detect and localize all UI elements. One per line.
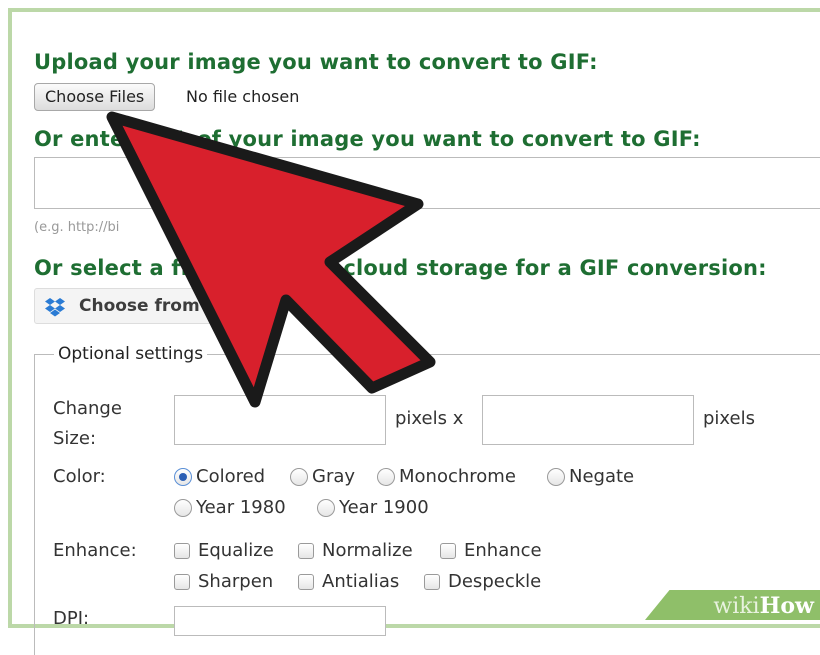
radio-icon [547,467,565,486]
color-option-colored[interactable]: Colored [174,466,265,487]
file-status: No file chosen [186,87,300,106]
checkbox-icon [174,542,190,559]
radio-icon [174,498,192,517]
enhance-option-sharpen[interactable]: Sharpen [174,571,273,592]
checkbox-icon [424,573,440,590]
width-input[interactable] [174,395,386,445]
dropbox-icon [45,298,65,317]
url-heading: Or enter URL of your image you want to c… [34,127,701,151]
checkbox-icon [440,542,456,559]
url-hint: (e.g. http://bi [34,220,120,235]
dropbox-label: Choose from Dropbox [79,296,287,316]
color-option-monochrome[interactable]: Monochrome [377,466,516,487]
color-option-negate[interactable]: Negate [547,466,634,487]
url-input[interactable] [34,157,820,209]
dpi-label: DPI: [53,608,90,629]
pixels-x-label: pixels x [395,408,464,429]
enhance-option-despeckle[interactable]: Despeckle [424,571,541,592]
color-label: Color: [53,466,106,487]
color-option-year-1980[interactable]: Year 1980 [174,497,286,518]
radio-icon [317,498,335,517]
cloud-heading: Or select a file from your cloud storage… [34,256,767,280]
radio-selected-icon [174,467,192,486]
enhance-option-equalize[interactable]: Equalize [174,540,274,561]
height-input[interactable] [482,395,694,445]
checkbox-icon [298,542,314,559]
radio-icon [377,467,395,486]
upload-heading: Upload your image you want to convert to… [34,50,598,74]
enhance-option-enhance[interactable]: Enhance [440,540,542,561]
checkbox-icon [298,573,314,590]
size-label-line1: Change [53,398,122,419]
enhance-option-normalize[interactable]: Normalize [298,540,413,561]
wikihow-watermark: wikiHow [645,590,820,620]
checkbox-icon [174,573,190,590]
color-option-year-1900[interactable]: Year 1900 [317,497,429,518]
dpi-input[interactable] [174,606,386,636]
enhance-label: Enhance: [53,540,137,561]
optional-settings-legend: Optional settings [54,344,208,364]
radio-icon [290,467,308,486]
size-label-line2: Size: [53,428,97,449]
enhance-option-antialias[interactable]: Antialias [298,571,399,592]
dropbox-button[interactable]: Choose from Dropbox [34,288,287,324]
choose-files-button[interactable]: Choose Files [34,83,156,111]
color-option-gray[interactable]: Gray [290,466,355,487]
pixels-label: pixels [703,408,755,429]
